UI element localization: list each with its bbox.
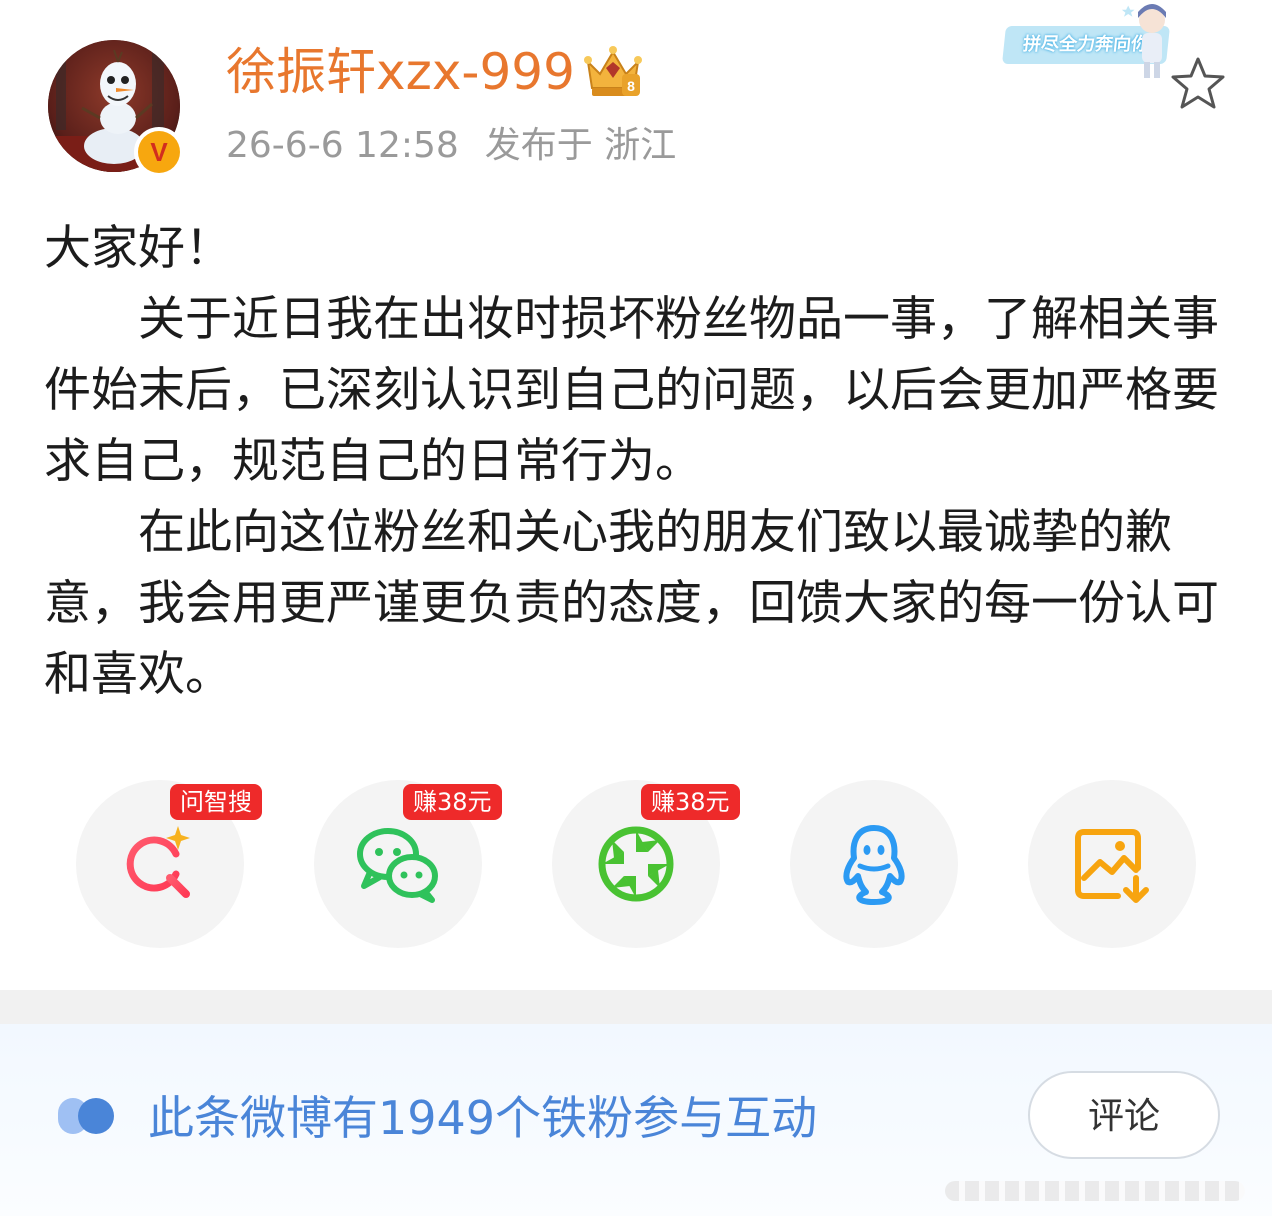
wechat-icon bbox=[357, 828, 438, 903]
level-number: 8 bbox=[627, 78, 635, 94]
share-row: 问智搜 赚38元 赚38元 bbox=[0, 780, 1272, 950]
location: 发布于 浙江 bbox=[484, 125, 677, 166]
timestamp: 26-6-6 12:58 bbox=[226, 125, 459, 166]
post-meta: 26-6-6 12:58 发布于 浙江 bbox=[226, 122, 676, 170]
ai-search-icon bbox=[126, 826, 190, 898]
share-badge-ai-search: 问智搜 bbox=[170, 784, 262, 820]
verified-badge-label: V bbox=[150, 136, 168, 167]
username[interactable]: 徐振轩xzx-999 bbox=[226, 40, 575, 104]
share-badge-moments: 赚38元 bbox=[641, 784, 740, 820]
comment-button[interactable]: 评论 bbox=[1028, 1071, 1220, 1159]
iron-fans-text[interactable]: 此条微博有1949个铁粉参与互动 bbox=[148, 1088, 817, 1148]
post-paragraph-1: 关于近日我在出妆时损坏粉丝物品一事，了解相关事件始末后，已深刻认识到自己的问题，… bbox=[44, 292, 1219, 489]
card-decoration[interactable]: 拼尽全力奔向你 bbox=[1002, 4, 1184, 80]
verified-badge: V bbox=[134, 127, 184, 177]
moments-icon bbox=[598, 826, 674, 902]
section-divider bbox=[0, 990, 1272, 1024]
fans-icon bbox=[58, 1098, 114, 1134]
post-greeting: 大家好！ bbox=[44, 221, 232, 276]
post-paragraph-2: 在此向这位粉丝和关心我的朋友们致以最诚挚的歉意，我会用更严谨更负责的态度，回馈大… bbox=[44, 505, 1219, 702]
qq-icon bbox=[843, 825, 905, 905]
share-badge-wechat: 赚38元 bbox=[403, 784, 502, 820]
share-save-image-button[interactable] bbox=[1028, 780, 1196, 948]
post-body: 大家好！ 关于近日我在出妆时损坏粉丝物品一事，了解相关事件始末后，已深刻认识到自… bbox=[44, 213, 1229, 710]
member-crown-icon[interactable]: 8 bbox=[582, 44, 644, 100]
scroll-indicator bbox=[945, 1181, 1245, 1201]
save-image-icon bbox=[1075, 829, 1149, 903]
favorite-star-icon[interactable] bbox=[1168, 54, 1228, 114]
share-qq-button[interactable] bbox=[790, 780, 958, 948]
post-header: V 徐振轩xzx-999 8 26-6-6 12:58 发布于 浙江 拼尽全力奔向… bbox=[0, 0, 1272, 200]
